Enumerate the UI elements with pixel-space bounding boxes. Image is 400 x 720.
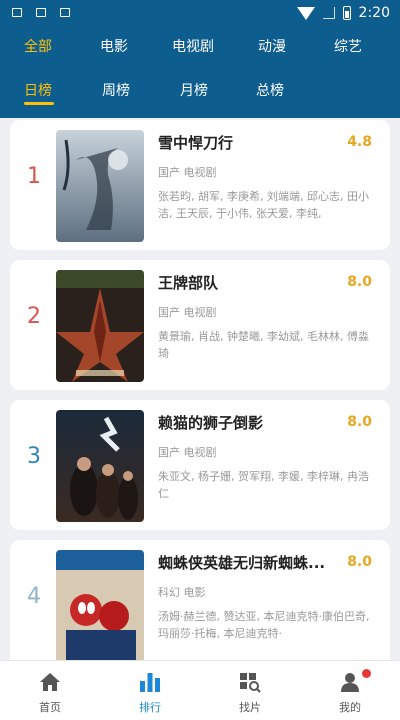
ranking-icon xyxy=(140,673,160,692)
ranking-item[interactable]: 2 王牌部队 8.0 国产 电视剧 黄景瑜, 肖战, 钟楚曦, 李幼斌, 毛林林… xyxy=(10,260,390,390)
ranking-item[interactable]: 4 蜘蛛侠英雄无归新蜘蛛... 8.0 科幻 电影 汤姆·赫兰德, 赞达亚, 本… xyxy=(10,540,390,670)
tab-tv-series[interactable]: 电视剧 xyxy=(172,36,214,56)
notification-icons xyxy=(12,8,70,17)
poster-ace-troops[interactable] xyxy=(56,270,144,382)
poster-snow-swordsman[interactable] xyxy=(56,130,144,242)
tab-monthly[interactable]: 月榜 xyxy=(180,80,208,100)
home-icon xyxy=(40,673,60,691)
active-tab-indicator xyxy=(24,102,54,105)
item-score: 8.0 xyxy=(347,554,372,570)
item-genre: 科幻 电影 xyxy=(158,586,206,599)
ranking-item[interactable]: 1 雪中悍刀行 4.8 国产 电视剧 张若昀, 胡军, 李庚希, 刘端端, 邱心… xyxy=(10,120,390,250)
rank-number: 4 xyxy=(27,584,41,609)
tab-all[interactable]: 全部 xyxy=(24,36,52,56)
notification-icon xyxy=(60,8,70,17)
item-title[interactable]: 雪中悍刀行 xyxy=(158,132,328,153)
rank-number: 1 xyxy=(27,164,41,189)
item-score: 4.8 xyxy=(347,134,372,150)
notification-icon xyxy=(12,8,22,17)
tab-anime[interactable]: 动漫 xyxy=(258,36,286,56)
bottom-nav: 首页 排行 找片 我的 xyxy=(0,660,400,720)
wifi-icon xyxy=(296,6,315,20)
item-genre: 国产 电视剧 xyxy=(158,166,217,179)
item-score: 8.0 xyxy=(347,414,372,430)
poster-spider-man[interactable] xyxy=(56,550,144,662)
ranking-item[interactable]: 3 赖猫的狮子倒影 8.0 国产 电视剧 朱亚文, 杨子姗, 贺军翔, 李媛, … xyxy=(10,400,390,530)
tab-movies[interactable]: 电影 xyxy=(100,36,128,56)
item-title[interactable]: 蜘蛛侠英雄无归新蜘蛛... xyxy=(158,552,328,573)
battery-icon xyxy=(342,6,351,20)
tab-all-time[interactable]: 总榜 xyxy=(256,80,284,100)
item-genre: 国产 电视剧 xyxy=(158,446,217,459)
tab-weekly[interactable]: 周榜 xyxy=(102,80,130,100)
tab-variety[interactable]: 综艺 xyxy=(334,36,362,56)
status-right: 2:20 xyxy=(296,5,390,21)
profile-icon xyxy=(341,673,359,692)
notification-badge xyxy=(362,669,371,678)
nav-profile[interactable]: 我的 xyxy=(310,667,390,717)
rank-number: 2 xyxy=(27,304,41,329)
item-title[interactable]: 赖猫的狮子倒影 xyxy=(158,412,328,433)
period-tabs: 日榜 周榜 月榜 总榜 xyxy=(0,80,400,108)
nav-label: 找片 xyxy=(239,701,261,714)
signal-icon xyxy=(322,7,335,19)
nav-label: 排行 xyxy=(139,701,161,714)
item-cast: 张若昀, 胡军, 李庚希, 刘端端, 邱心志, 田小洁, 王天辰, 于小伟, 张… xyxy=(158,190,369,220)
item-cast: 黄景瑜, 肖战, 钟楚曦, 李幼斌, 毛林林, 傅淼琦 xyxy=(158,330,369,360)
item-cast: 汤姆·赫兰德, 赞达亚, 本尼迪克特·康伯巴奇, 玛丽莎·托梅, 本尼迪克特· xyxy=(158,610,370,640)
item-score: 8.0 xyxy=(347,274,372,290)
header: 2:20 全部 电影 电视剧 动漫 综艺 日榜 周榜 月榜 总榜 xyxy=(0,0,400,118)
rank-number: 3 xyxy=(27,444,41,469)
nav-ranking[interactable]: 排行 xyxy=(110,667,190,717)
notification-icon xyxy=(36,8,46,17)
nav-label: 首页 xyxy=(39,701,61,714)
poster-cat-lion[interactable] xyxy=(56,410,144,522)
tab-daily[interactable]: 日榜 xyxy=(24,80,52,100)
category-tabs: 全部 电影 电视剧 动漫 综艺 xyxy=(0,36,400,62)
find-icon xyxy=(240,673,261,693)
item-genre: 国产 电视剧 xyxy=(158,306,217,319)
status-time: 2:20 xyxy=(358,5,390,21)
item-title[interactable]: 王牌部队 xyxy=(158,272,328,293)
nav-find[interactable]: 找片 xyxy=(210,667,290,717)
status-bar: 2:20 xyxy=(0,0,400,30)
item-cast: 朱亚文, 杨子姗, 贺军翔, 李媛, 李梓琳, 冉浩仁 xyxy=(158,470,369,500)
nav-home[interactable]: 首页 xyxy=(10,667,90,717)
nav-label: 我的 xyxy=(339,701,361,714)
